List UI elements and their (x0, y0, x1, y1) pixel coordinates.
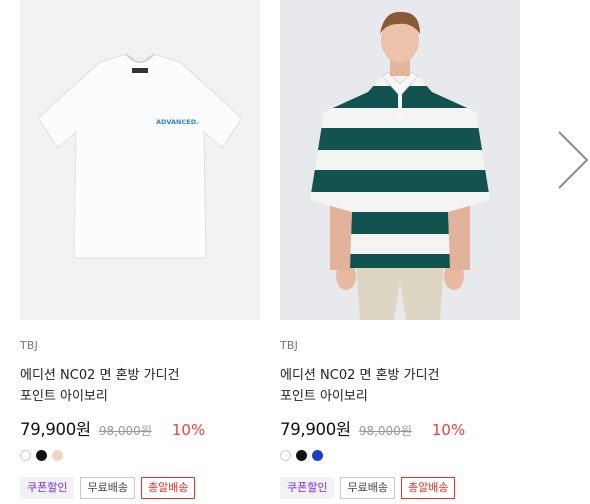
price-row: 79,900원 98,000원 10% (20, 416, 260, 439)
product-name[interactable]: 에디션 NC02 면 혼방 가디건 포인트 아이보리 (280, 365, 520, 407)
product-image-tshirt[interactable]: ADVANCED. (20, 0, 260, 320)
product-card[interactable]: TBJ 에디션 NC02 면 혼방 가디건 포인트 아이보리 79,900원 9… (280, 0, 520, 499)
product-name-line2: 포인트 아이보리 (280, 389, 368, 404)
color-swatch-black[interactable] (36, 450, 47, 461)
discount-rate: 10% (431, 421, 466, 439)
color-swatch-black[interactable] (296, 450, 307, 461)
product-card[interactable]: ADVANCED. TBJ 에디션 NC02 면 혼방 가디건 포인트 아이보리… (20, 0, 260, 499)
original-price: 98,000원 (98, 424, 152, 438)
sale-price: 79,900원 (20, 420, 91, 439)
product-name-line1: 에디션 NC02 면 혼방 가디건 (280, 368, 440, 383)
original-price: 98,000원 (358, 424, 412, 438)
free-shipping-badge: 무료배송 (340, 477, 395, 499)
product-name-line2: 포인트 아이보리 (20, 389, 108, 404)
color-swatch-white[interactable] (20, 450, 31, 461)
sale-price: 79,900원 (280, 420, 351, 439)
badges: 쿠폰할인 무료배송 총알배송 (280, 477, 520, 499)
coupon-badge: 쿠폰할인 (20, 477, 75, 499)
free-shipping-badge: 무료배송 (80, 477, 135, 499)
badges: 쿠폰할인 무료배송 총알배송 (20, 477, 260, 499)
color-swatches (20, 450, 260, 462)
color-swatch-white[interactable] (280, 450, 291, 461)
brand-name: TBJ (280, 339, 299, 352)
gun-delivery-badge: 총알배송 (140, 477, 196, 499)
tshirt-print-text: ADVANCED. (156, 118, 199, 126)
gun-delivery-badge: 총알배송 (400, 477, 456, 499)
discount-rate: 10% (171, 421, 206, 439)
color-swatches (280, 450, 520, 462)
product-image-striped-shirt[interactable] (280, 0, 520, 320)
coupon-badge: 쿠폰할인 (280, 477, 335, 499)
color-swatch-pink[interactable] (52, 450, 63, 461)
product-name-line1: 에디션 NC02 면 혼방 가디건 (20, 368, 180, 383)
product-name[interactable]: 에디션 NC02 면 혼방 가디건 포인트 아이보리 (20, 365, 260, 407)
chevron-right-icon[interactable] (556, 130, 590, 190)
price-row: 79,900원 98,000원 10% (280, 416, 520, 439)
brand-name: TBJ (20, 339, 39, 352)
color-swatch-blue[interactable] (312, 450, 323, 461)
